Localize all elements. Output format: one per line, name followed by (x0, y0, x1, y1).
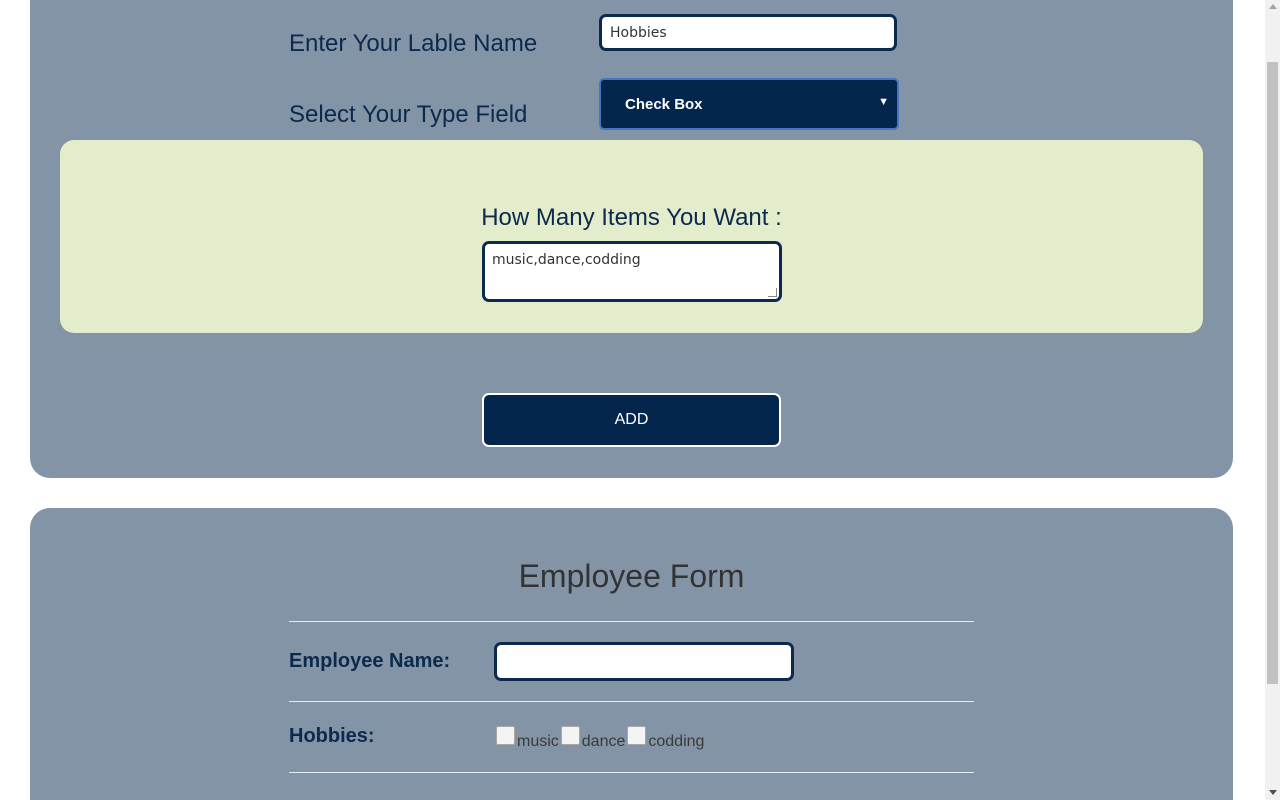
hobbies-checkbox-group: music dance codding (494, 725, 704, 751)
page: Enter Your Lable Name Select Your Type F… (0, 0, 1265, 800)
form-title: Employee Form (518, 558, 745, 594)
checkbox-music[interactable] (496, 726, 515, 745)
scroll-up-icon[interactable] (1269, 4, 1277, 9)
items-prompt: How Many Items You Want : (481, 204, 782, 231)
label-name-input[interactable] (599, 14, 897, 51)
checkbox-label-codding[interactable]: codding (648, 733, 704, 751)
resize-grip-icon[interactable] (768, 288, 777, 297)
hobbies-label: Hobbies: (289, 725, 375, 747)
type-field-select[interactable]: Check Box ▼ (599, 78, 899, 130)
items-box: How Many Items You Want : music,dance,co… (60, 140, 1203, 333)
checkbox-label-music[interactable]: music (517, 733, 559, 751)
caret-down-icon: ▼ (878, 96, 889, 108)
scroll-down-icon[interactable] (1269, 790, 1277, 795)
add-button[interactable]: ADD (482, 393, 781, 447)
divider (289, 621, 974, 622)
checkbox-dance[interactable] (560, 726, 580, 745)
label-name-caption: Enter Your Lable Name (289, 30, 538, 57)
items-textarea[interactable]: music,dance,codding (482, 241, 782, 302)
scrollbar-thumb[interactable] (1267, 62, 1278, 684)
checkbox-codding[interactable] (627, 726, 647, 745)
employee-name-label: Employee Name: (289, 650, 451, 672)
divider (289, 701, 974, 702)
checkbox-label-dance[interactable]: dance (582, 733, 626, 751)
items-textarea-value: music,dance,codding (492, 252, 641, 268)
employee-form-panel: Employee Form Employee Name: Hobbies: mu… (30, 508, 1233, 800)
type-field-selected-value: Check Box (625, 95, 703, 113)
field-builder-panel: Enter Your Lable Name Select Your Type F… (30, 0, 1233, 478)
type-field-caption: Select Your Type Field (289, 101, 528, 128)
employee-name-input[interactable] (494, 642, 794, 681)
divider (289, 772, 974, 773)
